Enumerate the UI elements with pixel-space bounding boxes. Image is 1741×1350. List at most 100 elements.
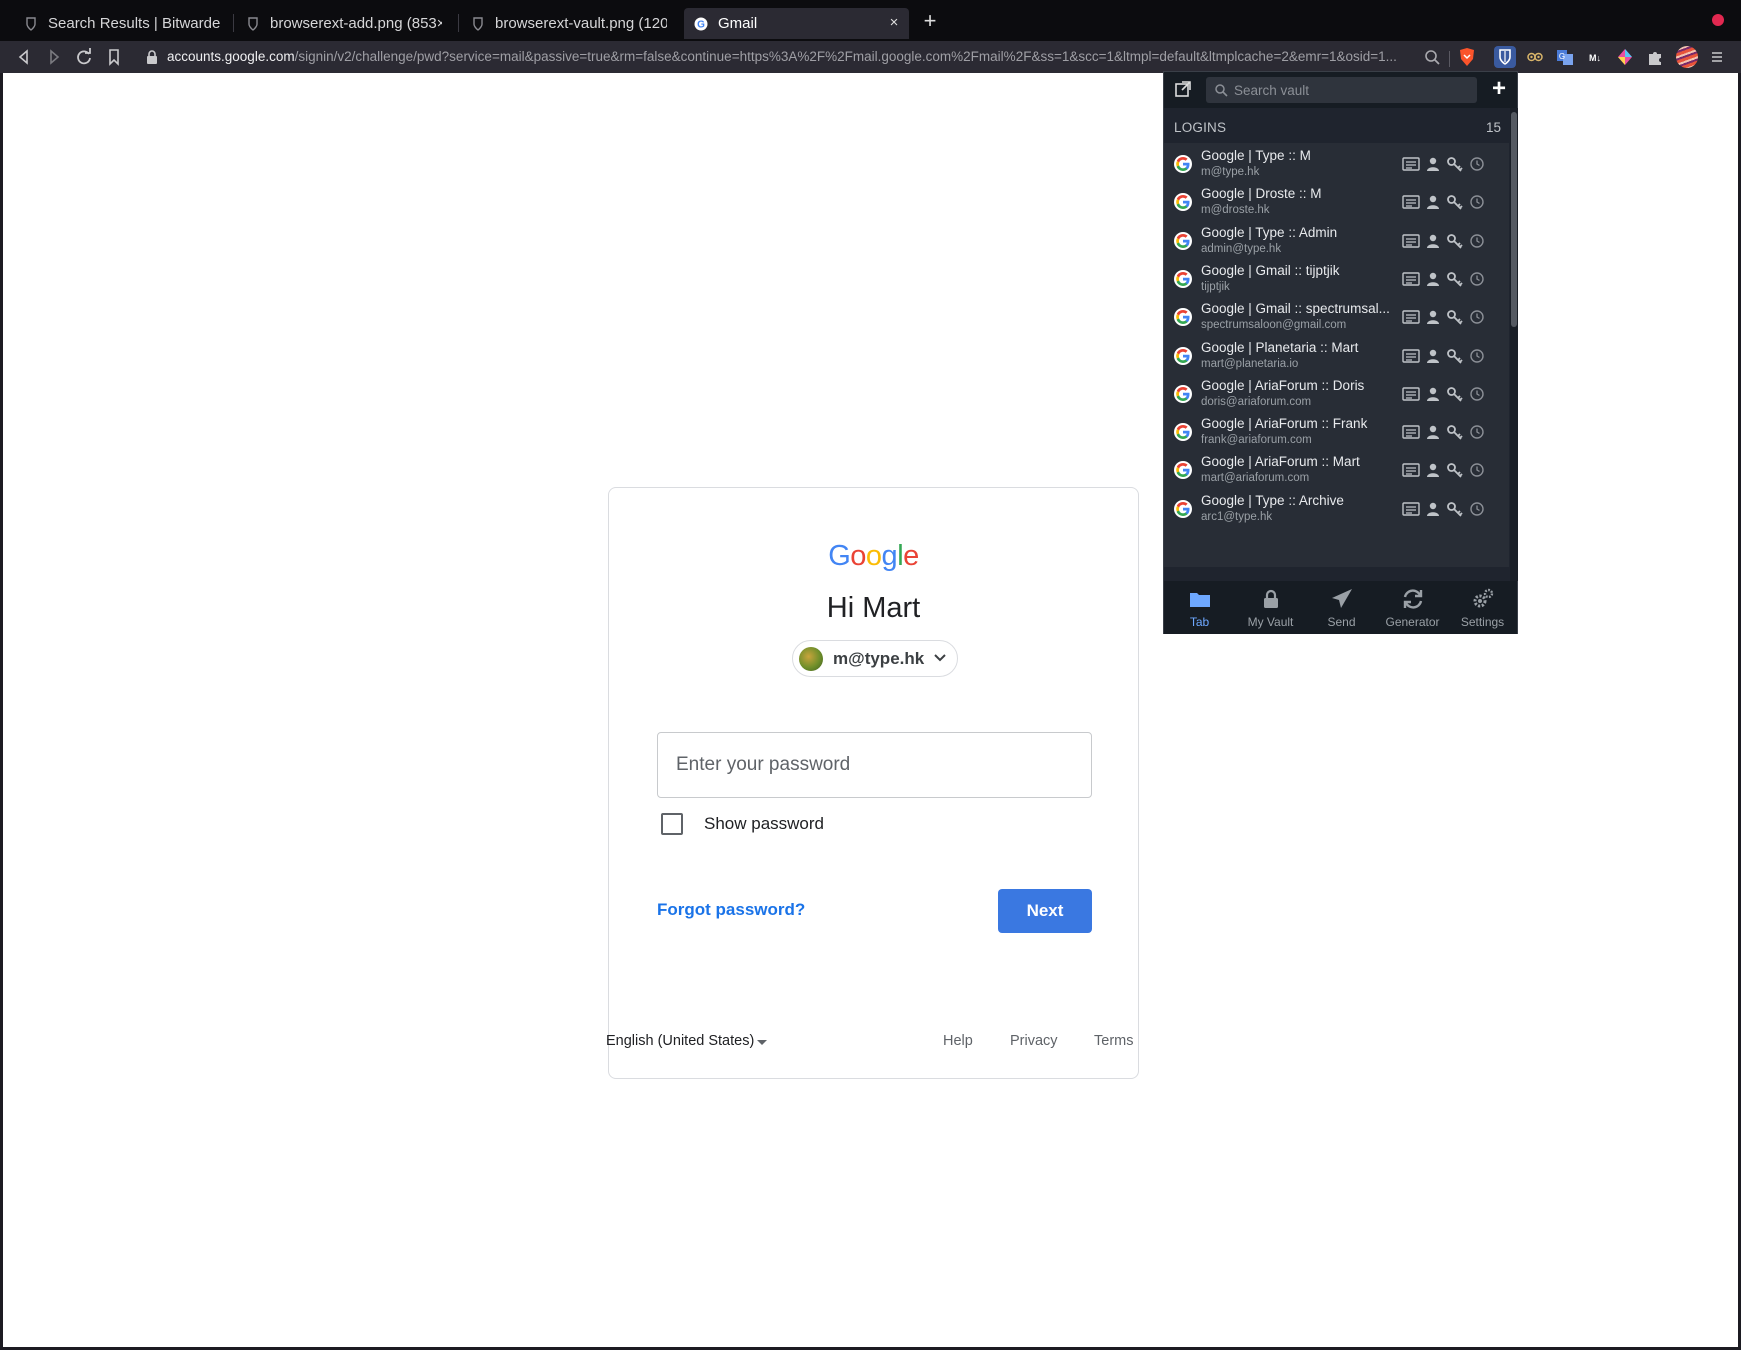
copy-totp-icon[interactable] — [1468, 156, 1486, 172]
copy-totp-icon[interactable] — [1468, 194, 1486, 210]
gears-icon — [1471, 587, 1495, 611]
scrollbar[interactable] — [1510, 108, 1518, 581]
copy-totp-icon[interactable] — [1468, 424, 1486, 440]
scrollbar-thumb[interactable] — [1511, 112, 1517, 327]
copy-username-icon[interactable] — [1424, 348, 1442, 364]
forward-button[interactable] — [42, 45, 66, 69]
copy-password-icon[interactable] — [1446, 424, 1464, 440]
language-selector[interactable]: English (United States) — [606, 1033, 754, 1049]
copy-totp-icon[interactable] — [1468, 462, 1486, 478]
copy-username-icon[interactable] — [1424, 271, 1442, 287]
footer-help-link[interactable]: Help — [943, 1033, 973, 1049]
next-button[interactable]: Next — [998, 889, 1092, 933]
copy-password-icon[interactable] — [1446, 348, 1464, 364]
account-chooser[interactable]: m@type.hk — [792, 640, 958, 677]
nav-generator[interactable]: Generator — [1377, 581, 1448, 634]
url-path: /signin/v2/challenge/pwd?service=mail&pa… — [294, 49, 1397, 64]
reload-button[interactable] — [72, 45, 96, 69]
login-list: Google | Type :: Mm@type.hk Google | Dros… — [1164, 143, 1509, 581]
launch-card-icon[interactable] — [1402, 309, 1420, 325]
section-count: 15 — [1485, 120, 1501, 135]
tab-gmail[interactable]: G Gmail × — [684, 8, 909, 39]
login-name: Google | AriaForum :: Mart — [1201, 454, 1360, 470]
list-item[interactable]: Google | AriaForum :: Mart mart@ariaforum… — [1164, 449, 1509, 492]
launch-card-icon[interactable] — [1402, 156, 1420, 172]
copy-username-icon[interactable] — [1424, 462, 1442, 478]
copy-password-icon[interactable] — [1446, 233, 1464, 249]
list-item[interactable]: Google | Type :: Admin admin@type.hk — [1164, 219, 1509, 262]
list-item[interactable]: Google | AriaForum :: Doris doris@ariafor… — [1164, 372, 1509, 415]
copy-password-icon[interactable] — [1446, 462, 1464, 479]
copy-username-icon[interactable] — [1424, 386, 1442, 402]
list-item[interactable]: Google | Gmail :: spectrumsal... spectrum… — [1164, 296, 1509, 339]
copy-username-icon[interactable] — [1424, 424, 1442, 440]
footer-privacy-link[interactable]: Privacy — [1010, 1033, 1058, 1049]
close-tab-icon[interactable]: × — [885, 14, 903, 32]
list-item[interactable]: Google | Planetaria :: Mart mart@planetar… — [1164, 334, 1509, 377]
back-button[interactable] — [12, 45, 36, 69]
copy-totp-icon[interactable] — [1468, 271, 1486, 287]
launch-card-icon[interactable] — [1402, 462, 1420, 478]
google-icon — [1174, 308, 1192, 327]
copy-password-icon[interactable] — [1446, 501, 1464, 517]
bookmark-button[interactable] — [102, 45, 126, 69]
tab-search-results[interactable]: Search Results | Bitwarden He — [14, 8, 230, 39]
color-picker-extension-icon[interactable] — [1614, 46, 1636, 68]
search-input[interactable] — [1234, 77, 1470, 103]
profile-avatar[interactable] — [1676, 46, 1698, 68]
nav-send[interactable]: Send — [1306, 581, 1377, 634]
launch-card-icon[interactable] — [1402, 233, 1420, 249]
launch-card-icon[interactable] — [1402, 501, 1420, 517]
copy-totp-icon[interactable] — [1468, 233, 1486, 249]
copy-username-icon[interactable] — [1424, 156, 1442, 172]
tab-browserext-vault[interactable]: browserext-vault.png (1201× — [461, 8, 677, 39]
popout-icon[interactable] — [1174, 80, 1192, 98]
bitwarden-extension-button[interactable] — [1494, 46, 1516, 68]
footer-terms-link[interactable]: Terms — [1094, 1033, 1133, 1049]
nav-tab[interactable]: Tab — [1164, 581, 1235, 634]
copy-username-icon[interactable] — [1424, 501, 1442, 517]
copy-totp-icon[interactable] — [1468, 348, 1486, 364]
copy-totp-icon[interactable] — [1468, 309, 1486, 325]
launch-card-icon[interactable] — [1402, 424, 1420, 440]
extensions-puzzle-icon[interactable] — [1644, 46, 1666, 68]
copy-password-icon[interactable] — [1446, 309, 1464, 325]
launch-card-icon[interactable] — [1402, 194, 1420, 210]
show-password-label[interactable]: Show password — [704, 814, 824, 834]
copy-totp-icon[interactable] — [1468, 501, 1486, 517]
copy-password-icon[interactable] — [1446, 271, 1464, 287]
password-field[interactable] — [658, 733, 1091, 797]
launch-card-icon[interactable] — [1402, 271, 1420, 287]
brave-shield-icon[interactable] — [1456, 46, 1478, 68]
list-item[interactable]: Google | Type :: Mm@type.hk — [1164, 143, 1509, 185]
list-item[interactable]: Google | Type :: Archive arc1@type.hk — [1164, 487, 1509, 530]
owl-extension-icon[interactable] — [1524, 46, 1546, 68]
nav-settings[interactable]: Settings — [1447, 581, 1518, 634]
new-tab-button[interactable]: + — [919, 10, 941, 32]
forgot-password-link[interactable]: Forgot password? — [657, 900, 805, 920]
nav-my-vault[interactable]: My Vault — [1235, 581, 1306, 634]
address-bar[interactable]: accounts.google.com/signin/v2/challenge/… — [167, 49, 1407, 64]
list-item[interactable]: Google | AriaForum :: Frank frank@ariafor… — [1164, 411, 1509, 454]
lock-icon[interactable] — [144, 49, 160, 65]
copy-username-icon[interactable] — [1424, 309, 1442, 325]
zoom-icon[interactable] — [1421, 46, 1443, 68]
launch-card-icon[interactable] — [1402, 348, 1420, 364]
copy-password-icon[interactable] — [1446, 194, 1464, 210]
translate-extension-icon[interactable]: G — [1554, 46, 1576, 68]
list-item[interactable] — [1164, 526, 1509, 568]
add-item-button[interactable]: + — [1487, 77, 1511, 101]
copy-username-icon[interactable] — [1424, 194, 1442, 210]
show-password-checkbox[interactable] — [661, 813, 683, 835]
launch-card-icon[interactable] — [1402, 386, 1420, 402]
copy-totp-icon[interactable] — [1468, 386, 1486, 402]
markdown-extension-icon[interactable]: M↓ — [1584, 46, 1606, 68]
menu-icon[interactable] — [1706, 46, 1728, 68]
list-item[interactable]: Google | Gmail :: tijptjik tijptjik — [1164, 257, 1509, 300]
copy-password-icon[interactable] — [1446, 386, 1464, 402]
google-icon — [1174, 461, 1192, 480]
tab-browserext-add[interactable]: browserext-add.png (853×18 — [236, 8, 452, 39]
copy-username-icon[interactable] — [1424, 233, 1442, 249]
list-item[interactable]: Google | Droste :: Mm@droste.hk — [1164, 181, 1509, 224]
copy-password-icon[interactable] — [1446, 156, 1464, 172]
